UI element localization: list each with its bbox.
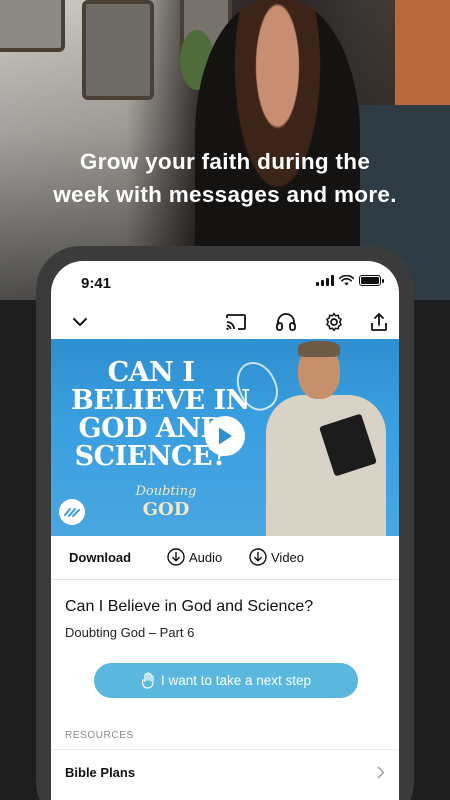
resources-header: RESOURCES — [65, 730, 134, 741]
wall-mirror — [0, 0, 65, 52]
settings-button[interactable] — [321, 309, 347, 335]
player-toolbar — [51, 305, 399, 341]
wood-panel — [395, 0, 450, 105]
headphones-icon — [276, 313, 296, 331]
download-video-label: Video — [271, 549, 305, 565]
download-icon — [167, 548, 185, 566]
chevron-right-icon — [377, 766, 385, 779]
divider — [51, 749, 399, 750]
download-audio-label: Audio — [189, 549, 223, 565]
status-bar: 9:41 — [51, 261, 399, 305]
series-logo-line-2: GOD — [142, 499, 190, 520]
message-subtitle: Doubting God – Part 6 — [65, 625, 195, 640]
download-bar: Download Audio Video — [51, 536, 399, 580]
gear-icon — [326, 312, 342, 332]
church-logo-icon — [59, 499, 85, 525]
download-label: Download — [69, 550, 132, 565]
status-time: 9:41 — [81, 275, 112, 292]
thumb-title-line: CAN I — [107, 357, 195, 388]
cast-icon — [226, 314, 246, 330]
play-icon — [219, 427, 232, 445]
thumb-title-line: BELIEVE IN — [71, 385, 250, 416]
play-button[interactable] — [205, 416, 245, 456]
chevron-down-icon — [73, 318, 87, 326]
cellular-signal-icon — [316, 275, 334, 286]
cast-button[interactable] — [223, 309, 249, 335]
share-button[interactable] — [366, 309, 392, 335]
resource-item-label: Bible Plans — [65, 765, 136, 780]
download-icon — [249, 548, 267, 566]
series-logo: Doubting GOD — [121, 483, 211, 519]
promo-headline: Grow your faith during the week with mes… — [0, 145, 450, 211]
status-icons — [316, 275, 384, 286]
promo-line-1: Grow your faith during the — [79, 149, 371, 174]
collapse-button[interactable] — [67, 309, 93, 335]
download-video-button[interactable]: Video — [249, 548, 304, 566]
video-thumbnail-title: CAN I BELIEVE IN GOD AND SCIENCE? — [71, 357, 250, 472]
presenter-image — [229, 339, 399, 536]
promo-line-2: week with messages and more. — [53, 182, 397, 207]
next-step-button[interactable]: I want to take a next step — [94, 663, 358, 698]
message-title: Can I Believe in God and Science? — [65, 598, 314, 615]
share-icon — [371, 313, 387, 331]
audio-only-button[interactable] — [273, 309, 299, 335]
next-step-label: I want to take a next step — [160, 673, 312, 688]
wall-mirror — [82, 0, 154, 100]
presenter-hair — [298, 341, 340, 357]
video-player[interactable]: CAN I BELIEVE IN GOD AND SCIENCE? Doubti… — [51, 339, 399, 536]
resource-item-bible-plans[interactable]: Bible Plans — [65, 765, 385, 780]
wifi-icon — [339, 275, 354, 286]
phone-screen: 9:41 CAN I BELIEVE IN GOD AND SCIENCE? D… — [51, 261, 399, 800]
battery-icon — [359, 275, 384, 286]
raised-hand-icon — [141, 672, 154, 689]
thumb-title-line: SCIENCE? — [74, 441, 228, 472]
download-audio-button[interactable]: Audio — [167, 548, 222, 566]
